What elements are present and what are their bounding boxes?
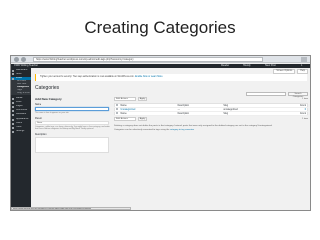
slide-title: Creating Categories — [84, 18, 236, 37]
browser-status-bar: https://www.WritingTeacher.wordpress.com… — [11, 207, 131, 210]
sidebar-item-links[interactable]: Links — [11, 101, 31, 104]
parent-select[interactable]: None — [35, 120, 109, 125]
search-categories-button[interactable]: Search Categories — [288, 92, 308, 98]
name-help-text: The name is how it appears on your site. — [35, 112, 70, 114]
settings-icon — [12, 130, 14, 133]
category-name-input[interactable] — [35, 107, 109, 111]
bulk-actions-select[interactable]: Bulk Actions — [114, 97, 136, 101]
sidebar-item-settings[interactable]: Settings — [11, 130, 31, 133]
parent-help-text: Categories, unlike tags, can have a hier… — [35, 125, 110, 131]
categories-list: Bulk Actions Apply 1 item Name Descripti… — [114, 97, 308, 210]
users-icon — [12, 122, 14, 125]
main-content: Screen Options Help Tighten your account'… — [32, 68, 310, 210]
categories-table: Name Description Slug Count Uncategorize… — [114, 103, 308, 116]
converter-note: Categories can be selectively converted … — [114, 129, 304, 132]
bulk-actions-select-bottom[interactable]: Bulk Actions — [114, 117, 136, 121]
wrench-icon — [12, 126, 14, 129]
description-label: Description — [35, 133, 47, 136]
link-icon — [12, 101, 14, 104]
description-textarea[interactable] — [35, 136, 109, 153]
security-notice: Tighten your account's security: Two ste… — [35, 74, 307, 81]
add-category-form: Add New Category Name The name is how it… — [35, 97, 110, 210]
bulk-actions-top: Bulk Actions Apply 1 item — [114, 97, 308, 102]
sidebar-item-copy-post[interactable]: Copy a Post — [11, 92, 31, 95]
sidebar-item-pages[interactable]: Pages — [11, 105, 31, 108]
feedback-icon — [12, 113, 14, 116]
parent-label: Parent — [35, 117, 42, 120]
slide: Creating Categories https://www.WritingT… — [0, 0, 320, 240]
comment-icon — [12, 109, 14, 112]
sidebar-item-store[interactable]: Store — [11, 73, 31, 76]
item-count-bottom: 1 item — [302, 118, 308, 120]
name-label: Name — [35, 104, 42, 106]
browser-toolbar: https://www.WritingTeacher.wordpress.com… — [11, 56, 310, 63]
delete-note-text: Deleting a category does not delete the … — [114, 125, 273, 127]
delete-note: Deleting a category does not delete the … — [114, 125, 304, 128]
dashboard-icon — [12, 69, 14, 72]
address-bar[interactable]: https://www.WritingTeacher.wordpress.com… — [33, 57, 263, 62]
form-heading: Add New Category — [35, 97, 62, 101]
sidebar-item-users[interactable]: Users — [11, 122, 31, 125]
sidebar-item-comments[interactable]: Comments — [11, 109, 31, 112]
apply-button-bottom[interactable]: Apply — [138, 117, 147, 121]
bulk-actions-bottom: Bulk Actions Apply 1 item — [114, 117, 308, 122]
notice-text: Tighten your account's security: Two ste… — [40, 76, 135, 78]
browser-menu-icon[interactable] — [301, 57, 307, 62]
brush-icon — [12, 118, 14, 121]
converter-link[interactable]: category to tag converter — [170, 129, 194, 131]
column-slug-footer[interactable]: Slug — [222, 111, 279, 116]
media-icon — [12, 97, 14, 100]
page-title: Categories — [35, 85, 60, 91]
notice-link[interactable]: Enable Now or Learn More — [135, 76, 162, 78]
sidebar-item-feedback[interactable]: Feedback — [11, 113, 31, 116]
search-categories-input[interactable] — [246, 92, 286, 96]
apply-button[interactable]: Apply — [138, 97, 147, 101]
sidebar-item-tools[interactable]: Tools — [11, 126, 31, 129]
sidebar-item-appearance[interactable]: Appearance — [11, 118, 31, 121]
store-icon — [12, 73, 14, 75]
table-footer-row: Name Description Slug Count — [114, 111, 308, 116]
column-name-footer[interactable]: Name — [119, 111, 177, 116]
forward-icon[interactable] — [21, 57, 26, 62]
page-icon — [12, 105, 14, 108]
browser-screenshot: https://www.WritingTeacher.wordpress.com… — [10, 55, 311, 211]
converter-note-text: Categories can be selectively converted … — [114, 129, 170, 131]
column-description-footer[interactable]: Description — [176, 111, 223, 116]
back-icon[interactable] — [14, 57, 19, 62]
sidebar-item-media[interactable]: Media — [11, 97, 31, 100]
item-count: 1 item — [302, 98, 308, 100]
column-count-footer[interactable]: Count — [278, 111, 308, 116]
admin-sidebar: Dashboard Store Posts All Posts Add New … — [11, 68, 31, 210]
